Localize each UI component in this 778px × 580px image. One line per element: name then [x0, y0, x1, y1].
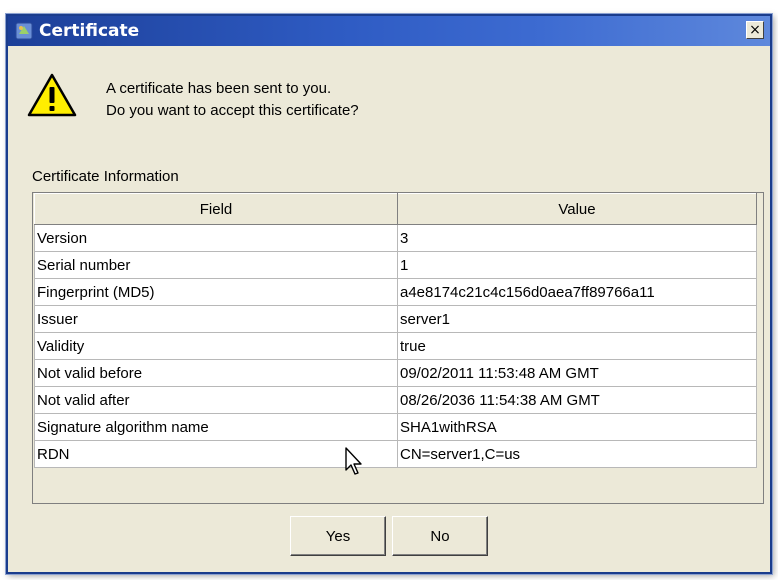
message-line-2: Do you want to accept this certificate? — [106, 102, 359, 119]
value-cell: server1 — [397, 305, 757, 333]
value-cell: 09/02/2011 11:53:48 AM GMT — [397, 359, 757, 387]
table-row[interactable]: Serial number 1 — [34, 251, 757, 279]
window-title: Certificate — [39, 21, 140, 41]
java-app-icon — [14, 21, 34, 41]
certificate-dialog: Certificate × A certificate has been sen… — [6, 14, 772, 574]
field-cell: Serial number — [34, 251, 398, 279]
value-cell: CN=server1,C=us — [397, 440, 757, 468]
warning-triangle-icon — [27, 73, 77, 117]
column-header-value[interactable]: Value — [397, 193, 757, 225]
field-cell: Signature algorithm name — [34, 413, 398, 441]
table-header-row: Field Value — [34, 193, 757, 225]
yes-button[interactable]: Yes — [290, 516, 386, 556]
table-row[interactable]: Not valid before 09/02/2011 11:53:48 AM … — [34, 359, 757, 387]
table-row[interactable]: RDN CN=server1,C=us — [34, 440, 757, 468]
message-line-1: A certificate has been sent to you. — [106, 80, 332, 97]
table-row[interactable]: Signature algorithm name SHA1withRSA — [34, 413, 757, 441]
certificate-info-label: Certificate Information — [32, 168, 179, 185]
field-cell: Issuer — [34, 305, 398, 333]
close-icon: × — [749, 22, 761, 38]
field-cell: Version — [34, 224, 398, 252]
certificate-table: Field Value Version 3 Serial number 1 Fi… — [34, 193, 757, 468]
close-button[interactable]: × — [746, 21, 764, 39]
value-cell: SHA1withRSA — [397, 413, 757, 441]
mouse-pointer-icon — [345, 447, 362, 475]
field-cell: Fingerprint (MD5) — [34, 278, 398, 306]
table-row[interactable]: Fingerprint (MD5) a4e8174c21c4c156d0aea7… — [34, 278, 757, 306]
value-cell: 08/26/2036 11:54:38 AM GMT — [397, 386, 757, 414]
table-row[interactable]: Issuer server1 — [34, 305, 757, 333]
title-bar[interactable]: Certificate × — [8, 16, 770, 46]
field-cell: Not valid after — [34, 386, 398, 414]
table-row[interactable]: Version 3 — [34, 224, 757, 252]
no-button[interactable]: No — [392, 516, 488, 556]
value-cell: 3 — [397, 224, 757, 252]
value-cell: true — [397, 332, 757, 360]
value-cell: a4e8174c21c4c156d0aea7ff89766a11 — [397, 278, 757, 306]
field-cell: Not valid before — [34, 359, 398, 387]
column-header-field[interactable]: Field — [34, 193, 398, 225]
field-cell: Validity — [34, 332, 398, 360]
prompt-message: A certificate has been sent to you. Do y… — [106, 78, 359, 122]
value-cell: 1 — [397, 251, 757, 279]
table-row[interactable]: Not valid after 08/26/2036 11:54:38 AM G… — [34, 386, 757, 414]
certificate-table-frame: Field Value Version 3 Serial number 1 Fi… — [32, 192, 764, 504]
table-row[interactable]: Validity true — [34, 332, 757, 360]
